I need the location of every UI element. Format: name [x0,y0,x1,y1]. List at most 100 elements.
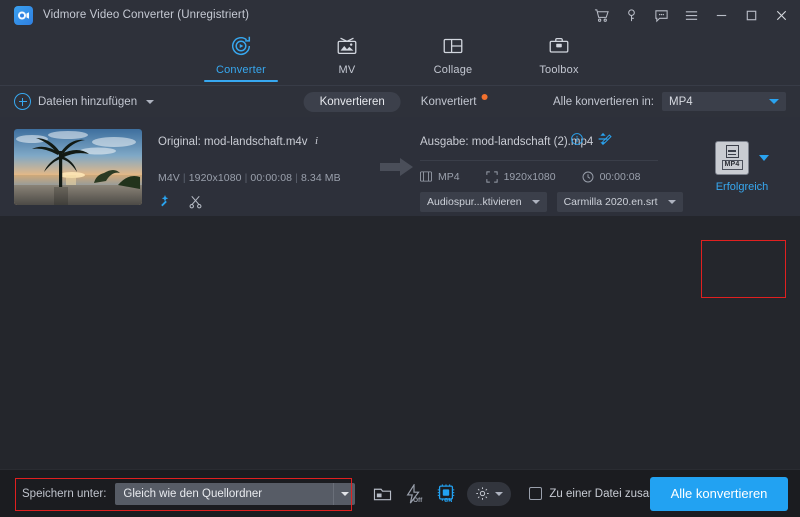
tab-mv[interactable]: MV [308,30,386,85]
output-track-selectors: Audiospur...ktivieren Carmilla 2020.en.s… [420,191,694,212]
new-items-badge [481,93,488,100]
source-filename: Original: mod-landschaft.m4v [158,135,308,148]
close-icon[interactable] [766,0,796,30]
gpu-accel-on-icon[interactable]: ON [433,481,459,507]
open-folder-icon[interactable] [369,481,395,507]
converter-icon [229,33,253,59]
output-resolution-chunk: 1920x1080 [485,170,556,183]
source-actions [158,194,374,214]
checkbox-box[interactable] [529,487,543,500]
tab-mv-label: MV [338,64,356,76]
main-tab-bar: Converter MV Collage Toolbox [0,30,800,85]
tab-toolbox-label: Toolbox [539,64,579,76]
chevron-down-icon[interactable] [495,491,504,496]
bottom-icon-group: Off ON [369,481,512,507]
file-list: Original: mod-landschaft.m4v i M4V | 1920x… [0,117,800,469]
output-actions [570,132,610,151]
app-window: Vidmore Video Converter (Unregistriert) [0,0,800,517]
chevron-down-icon [667,199,676,204]
source-info: Original: mod-landschaft.m4v i M4V | 1920x… [158,129,374,208]
svg-text:Off: Off [413,497,423,504]
app-title: Vidmore Video Converter (Unregistriert) [43,9,250,21]
output-filename: Ausgabe: mod-landschaft (2).mp4 [420,135,594,148]
convert-all-format-select[interactable]: MP4 [662,92,786,111]
chevron-down-icon [769,99,779,104]
toolbox-icon [547,33,571,59]
subtitle-track-value: Carmilla 2020.en.srt [563,195,658,208]
source-resolution: 1920x1080 [188,171,242,184]
audio-track-select[interactable]: Audiospur...ktivieren [420,191,547,212]
svg-text:i: i [315,135,318,146]
mv-icon [335,33,359,59]
chevron-down-icon [531,199,540,204]
output-format-chunk: MP4 [420,171,460,183]
view-segmented-control: Konvertieren Konvertiert [303,91,497,112]
output-info: Ausgabe: mod-landschaft (2).mp4 MP4 1920… [420,129,694,212]
mp4-file-icon[interactable]: MP4 [715,140,749,175]
mp4-badge-label: MP4 [721,160,743,170]
file-row[interactable]: Original: mod-landschaft.m4v i M4V | 1920x… [0,117,800,298]
info-circle-icon[interactable] [570,132,584,151]
plus-circle-icon [14,93,31,110]
clock-icon [582,171,594,182]
hardware-accel-off-icon[interactable]: Off [401,481,427,507]
chevron-down-icon[interactable] [146,99,155,104]
maximize-icon[interactable] [736,0,766,30]
source-format: M4V [158,171,180,184]
conversion-arrow [374,157,420,177]
settings-gear-button[interactable] [467,481,512,506]
title-bar: Vidmore Video Converter (Unregistriert) [0,0,800,30]
feedback-icon[interactable] [646,0,676,30]
status-badge: Erfolgreich [715,180,769,193]
output-duration-chunk: 00:00:08 [582,171,640,183]
arrow-right-icon [380,157,413,176]
save-to-select[interactable]: Gleich wie den Quellordner [115,482,356,505]
divider [420,159,658,161]
magic-wand-icon[interactable] [158,194,172,213]
audio-track-value: Audiospur...ktivieren [427,195,522,208]
tab-toolbox[interactable]: Toolbox [520,30,598,85]
tab-converter[interactable]: Converter [202,30,280,85]
chevron-down-icon[interactable] [759,154,769,161]
bottom-bar: Speichern unter: Gleich wie den Quellord… [0,469,800,517]
segment-converting[interactable]: Konvertieren [303,91,401,112]
menu-icon[interactable] [676,0,706,30]
source-meta: M4V | 1920x1080 | 00:00:08 | 8.34 MB [158,171,341,184]
output-resolution: 1920x1080 [503,170,556,183]
tab-converter-label: Converter [215,64,267,76]
add-files-label: Dateien hinzufügen [38,95,138,108]
output-meta: MP4 1920x1080 00:00:08 [420,171,694,183]
segment-converting-label: Konvertieren [319,95,385,108]
chevron-down-icon[interactable] [333,482,355,505]
source-filesize: 8.34 MB [300,171,341,184]
gear-icon [476,487,490,500]
vidmore-logo-icon [14,5,33,25]
action-toolbar: Dateien hinzufügen Konvertieren Konverti… [0,85,800,117]
convert-all-label: Alle konvertieren in: [553,95,654,108]
highlight-box-status [701,240,786,298]
scissors-icon[interactable] [188,194,203,214]
window-controls [586,0,796,30]
convert-all-button[interactable]: Alle konvertieren [650,476,788,511]
segment-converted-label: Konvertiert [420,95,477,108]
key-icon[interactable] [616,0,646,30]
save-to-value: Gleich wie den Quellordner [123,487,263,500]
subtitle-track-select[interactable]: Carmilla 2020.en.srt [556,191,683,212]
collage-icon [441,33,465,59]
tab-collage-label: Collage [433,64,473,76]
film-icon [420,171,432,182]
file-thumbnail[interactable] [14,128,142,205]
output-title-row: Ausgabe: mod-landschaft (2).mp4 [420,133,694,151]
info-italic-icon[interactable]: i [314,133,323,151]
output-format-chooser[interactable]: MP4 [715,140,769,175]
cart-icon[interactable] [586,0,616,30]
segment-converted[interactable]: Konvertiert [405,92,497,112]
source-title-row: Original: mod-landschaft.m4v i [158,133,374,151]
output-format: MP4 [438,170,460,183]
add-files-button[interactable]: Dateien hinzufügen [14,93,155,110]
convert-all-to-control: Alle konvertieren in: MP4 [553,92,786,111]
convert-all-format-value: MP4 [669,95,693,108]
compress-arrows-icon[interactable] [596,132,610,151]
minimize-icon[interactable] [706,0,736,30]
tab-collage[interactable]: Collage [414,30,492,85]
